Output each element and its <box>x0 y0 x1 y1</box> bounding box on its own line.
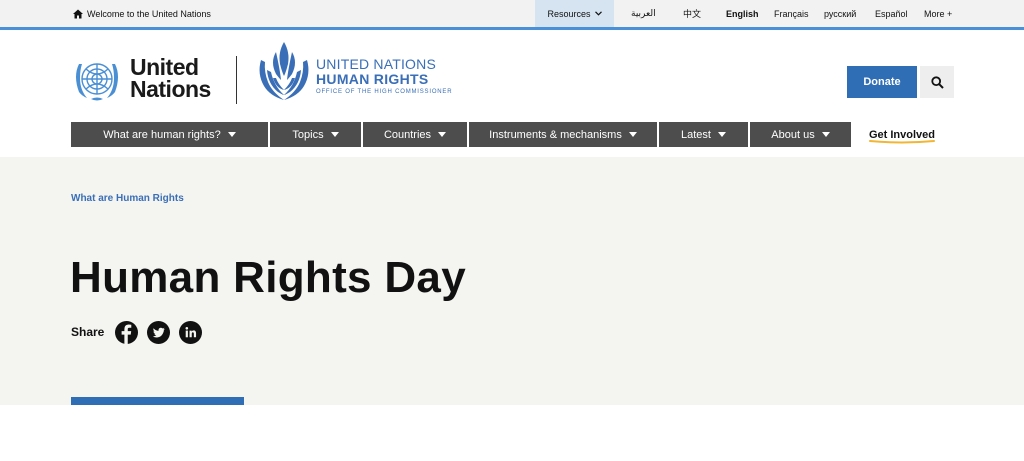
un-emblem-logo[interactable] <box>70 56 124 102</box>
resources-label: Resources <box>547 8 591 19</box>
breadcrumb[interactable]: What are Human Rights <box>71 193 184 204</box>
ohchr-wordmark[interactable]: UNITED NATIONS HUMAN RIGHTS OFFICE OF TH… <box>316 57 452 97</box>
nav-topics[interactable]: Topics <box>270 122 361 147</box>
linkedin-icon[interactable] <box>179 320 203 344</box>
share-row: Share <box>71 320 203 344</box>
chevron-down-icon <box>438 132 447 137</box>
chevron-down-icon <box>821 132 830 137</box>
ohchr-wordmark-line1: UNITED NATIONS <box>316 56 436 72</box>
un-wordmark[interactable]: United Nations <box>130 54 211 102</box>
nav-instruments-mechanisms[interactable]: Instruments & mechanisms <box>469 122 657 147</box>
welcome-label: Welcome to the United Nations <box>87 8 211 19</box>
resources-dropdown[interactable]: Resources <box>535 0 614 27</box>
nav-item-label: About us <box>771 128 815 141</box>
nav-item-label: What are human rights? <box>103 128 221 141</box>
language-french[interactable]: Français <box>774 0 809 27</box>
donate-button[interactable]: Donate <box>847 66 917 98</box>
language-russian[interactable]: русский <box>824 0 856 27</box>
un-wordmark-line2: Nations <box>130 76 211 102</box>
nav-item-label: Instruments & mechanisms <box>489 128 622 141</box>
share-label: Share <box>71 325 105 339</box>
welcome-link[interactable]: Welcome to the United Nations <box>73 0 211 27</box>
language-english[interactable]: English <box>726 0 759 27</box>
language-more[interactable]: More + <box>924 0 952 27</box>
get-involved-underline <box>869 140 935 144</box>
top-utility-bar-accent <box>0 27 1024 30</box>
chevron-down-icon <box>594 11 602 16</box>
nav-item-label: Latest <box>681 128 711 141</box>
header-divider <box>236 56 237 104</box>
chevron-down-icon <box>330 132 339 137</box>
ohchr-wordmark-line3: OFFICE OF THE HIGH COMMISSIONER <box>316 89 453 95</box>
language-arabic[interactable]: العربية <box>631 0 656 27</box>
nav-item-label: Countries <box>383 128 432 141</box>
ohchr-wordmark-line2: HUMAN RIGHTS <box>316 71 429 87</box>
facebook-icon[interactable] <box>115 320 139 344</box>
nav-item-label: Topics <box>292 128 324 141</box>
ohchr-emblem-logo[interactable] <box>256 40 312 104</box>
hero-accent-bar <box>71 397 244 405</box>
search-button[interactable] <box>920 66 954 98</box>
twitter-icon[interactable] <box>147 320 171 344</box>
language-spanish[interactable]: Español <box>875 0 908 27</box>
nav-what-are-human-rights[interactable]: What are human rights? <box>71 122 268 147</box>
home-icon <box>73 9 83 18</box>
language-chinese[interactable]: 中文 <box>683 0 701 27</box>
chevron-down-icon <box>227 132 236 137</box>
chevron-down-icon <box>717 132 726 137</box>
page-title: Human Rights Day <box>70 253 466 302</box>
search-icon <box>930 75 944 89</box>
un-wordmark-line1: United <box>130 54 199 80</box>
nav-latest[interactable]: Latest <box>659 122 748 147</box>
chevron-down-icon <box>628 132 637 137</box>
nav-countries[interactable]: Countries <box>363 122 467 147</box>
nav-about-us[interactable]: About us <box>750 122 851 147</box>
